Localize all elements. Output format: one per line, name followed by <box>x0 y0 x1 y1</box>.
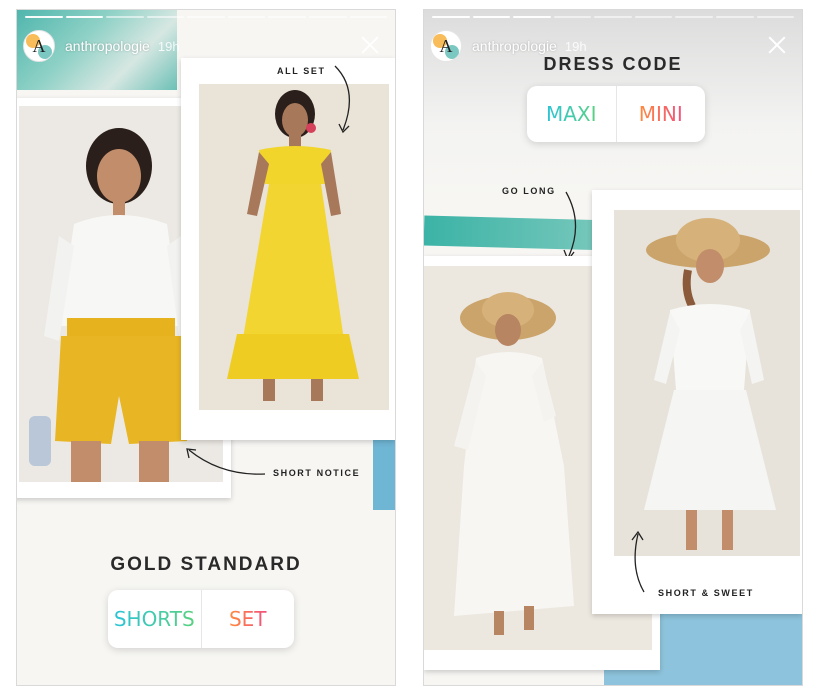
photo-mini-dress <box>614 210 800 556</box>
story-progress-bar <box>432 16 795 18</box>
poll-sticker: SHORTS SET <box>108 590 294 648</box>
poll-option-set[interactable]: SET <box>200 590 295 648</box>
avatar-letter: A <box>32 35 46 56</box>
story-title: GOLD STANDARD <box>110 554 302 575</box>
arrow-icon-all-set <box>334 65 350 134</box>
poll-option-mini[interactable]: MINI <box>615 86 706 142</box>
avatar-letter: A <box>439 35 453 56</box>
close-icon[interactable] <box>764 32 790 58</box>
poll-option-maxi-label: MAXI <box>545 102 597 126</box>
note-all-set: ALL SET <box>277 66 326 76</box>
username[interactable]: anthropologie <box>472 38 557 54</box>
poll-option-set-label: SET <box>228 607 267 631</box>
poll-option-mini-label: MINI <box>638 102 683 126</box>
arrow-icon-short-and-sweet <box>631 530 645 593</box>
poll-option-shorts-label: SHORTS <box>113 607 195 631</box>
poll-sticker: MAXI MINI <box>527 86 705 142</box>
profile-avatar[interactable]: A <box>23 30 55 62</box>
note-short-and-sweet: SHORT & SWEET <box>658 588 754 598</box>
story-gold-standard[interactable]: A anthropologie 19h ALL SET SHORT NOTICE… <box>16 9 396 686</box>
mini-dress-illustration <box>644 218 776 550</box>
profile-avatar[interactable]: A <box>430 30 462 62</box>
username[interactable]: anthropologie <box>65 38 150 54</box>
story-header: A anthropologie 19h <box>23 28 389 64</box>
poll-option-maxi[interactable]: MAXI <box>527 86 616 142</box>
arrow-icon-short-notice <box>186 448 266 475</box>
poll-option-shorts[interactable]: SHORTS <box>108 590 201 648</box>
post-time: 19h <box>157 38 180 54</box>
note-short-notice: SHORT NOTICE <box>273 468 361 478</box>
story-header: A anthropologie 19h <box>430 28 796 64</box>
story-progress-bar <box>25 16 388 18</box>
note-go-long: GO LONG <box>502 186 556 196</box>
story-dress-code[interactable]: A anthropologie 19h DRESS CODE MAXI MINI… <box>423 9 803 686</box>
post-time: 19h <box>564 38 587 54</box>
close-icon[interactable] <box>357 32 383 58</box>
